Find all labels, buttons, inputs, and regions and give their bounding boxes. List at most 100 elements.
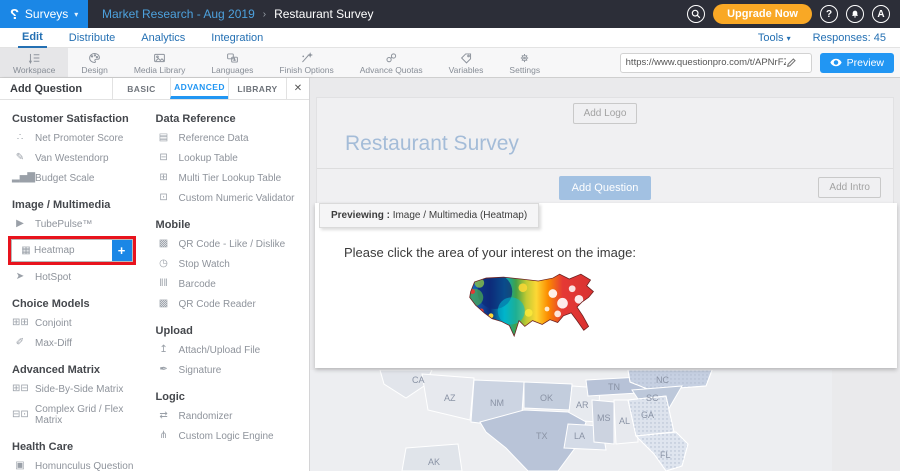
variables-icon	[460, 52, 473, 64]
panel-item-label: Max-Diff	[35, 338, 72, 349]
nav-tab-distribute[interactable]: Distribute	[65, 28, 119, 48]
nav-tab-analytics[interactable]: Analytics	[137, 28, 189, 48]
attach-upload-file-icon: ↥	[156, 345, 172, 355]
budget-scale-icon: ▂▅▇	[12, 173, 28, 183]
panel-item-homunculus-question[interactable]: ▣Homunculus Question	[12, 456, 150, 471]
panel-item-label: Signature	[179, 365, 222, 376]
account-avatar[interactable]: A	[872, 5, 890, 23]
toolbar-item-design[interactable]: Design	[68, 48, 120, 77]
languages-icon	[226, 52, 239, 64]
workspace-toolbar: Workspace Design Media Library Languages…	[0, 48, 900, 78]
close-panel-button[interactable]: ✕	[286, 78, 309, 99]
state-label: TX	[536, 431, 548, 441]
panel-item-stop-watch[interactable]: ◷Stop Watch	[156, 254, 309, 274]
edit-url-pencil-icon[interactable]	[786, 58, 796, 68]
panel-item-reference-data[interactable]: ▤Reference Data	[156, 128, 309, 148]
close-icon: ✕	[294, 83, 302, 94]
toolbar-label: Media Library	[134, 65, 186, 75]
panel-item-complex-grid-flex-matrix[interactable]: ⊟⊡Complex Grid / Flex Matrix	[12, 399, 150, 430]
toolbar-item-advance-quotas[interactable]: Advance Quotas	[347, 48, 436, 77]
nav-tab-edit[interactable]: Edit	[18, 28, 47, 48]
panel-item-lookup-table[interactable]: ⊟Lookup Table	[156, 148, 309, 168]
breadcrumb-separator-icon: ›	[263, 9, 266, 20]
add-heatmap-plus-button[interactable]: +	[112, 240, 132, 261]
panel-item-tubepulse[interactable]: ▶TubePulse™	[12, 214, 150, 234]
panel-title: Add Question	[0, 78, 112, 99]
surveys-menu[interactable]: ? Surveys ▾	[0, 0, 88, 28]
state-label: CA	[412, 375, 425, 385]
panel-item-signature[interactable]: ✒ Signature	[156, 360, 309, 380]
breadcrumb-parent[interactable]: Market Research - Aug 2019	[102, 7, 255, 21]
custom-numeric-validator-icon: ⊡	[156, 193, 172, 203]
tab-library[interactable]: LIBRARY	[228, 78, 286, 99]
randomizer-icon: ⇄	[156, 411, 172, 421]
panel-item-heatmap[interactable]: ▦Heatmap+	[11, 239, 133, 262]
stop-watch-icon: ◷	[156, 259, 172, 269]
survey-title[interactable]: Restaurant Survey	[317, 124, 893, 168]
conjoint-icon: ⊞⊞	[12, 318, 28, 328]
section-title-mobile: Mobile	[156, 219, 309, 231]
preview-button[interactable]: Preview	[820, 53, 894, 73]
panel-item-max-diff[interactable]: ✐Max-Diff	[12, 333, 150, 353]
toolbar-label: Design	[81, 65, 107, 75]
state-label: SC	[646, 393, 659, 403]
panel-item-label: Van Westendorp	[35, 153, 109, 164]
help-button[interactable]: ?	[820, 5, 838, 23]
panel-item-label: Homunculus Question	[35, 461, 133, 471]
state-label: AL	[619, 416, 630, 426]
question-text: Please click the area of your interest o…	[344, 245, 897, 260]
hotspot-icon: ➤	[12, 272, 28, 282]
toolbar-item-variables[interactable]: Variables	[436, 48, 497, 77]
panel-item-label: Net Promoter Score	[35, 133, 123, 144]
add-question-button[interactable]: Add Question	[559, 176, 652, 200]
nav-tab-integration[interactable]: Integration	[207, 28, 267, 48]
responses-count[interactable]: Responses: 45	[813, 32, 886, 44]
panel-item-side-by-side-matrix[interactable]: ⊞⊟Side-By-Side Matrix	[12, 379, 150, 399]
custom-logic-engine-icon: ⋔	[156, 431, 172, 441]
tab-basic[interactable]: BASIC	[112, 78, 170, 99]
panel-item-custom-numeric-validator[interactable]: ⊡Custom Numeric Validator	[156, 188, 309, 208]
toolbar-item-languages[interactable]: Languages	[198, 48, 266, 77]
tools-menu[interactable]: Tools ▾	[758, 32, 791, 44]
question-preview-card: Previewing : Image / Multimedia (Heatmap…	[315, 203, 897, 368]
panel-item-conjoint[interactable]: ⊞⊞Conjoint	[12, 313, 150, 333]
toolbar-item-settings[interactable]: Settings	[496, 48, 553, 77]
toolbar-item-finish-options[interactable]: Finish Options	[266, 48, 346, 77]
multi-tier-lookup-icon: ⊞	[156, 173, 172, 183]
panel-item-hotspot[interactable]: ➤HotSpot	[12, 267, 150, 287]
tab-advanced[interactable]: ADVANCED	[170, 78, 228, 99]
toolbar-label: Finish Options	[279, 65, 333, 75]
notifications-button[interactable]	[846, 5, 864, 23]
upgrade-now-button[interactable]: Upgrade Now	[713, 4, 812, 24]
toolbar-item-media-library[interactable]: Media Library	[121, 48, 199, 77]
panel-item-net-promoter-score[interactable]: ∴ Net Promoter Score	[12, 128, 150, 148]
breadcrumb: Market Research - Aug 2019 › Restaurant …	[102, 7, 373, 21]
panel-item-label: Barcode	[179, 279, 216, 290]
breadcrumb-current: Restaurant Survey	[274, 7, 373, 21]
add-logo-button[interactable]: Add Logo	[573, 103, 638, 124]
add-intro-button[interactable]: Add Intro	[818, 177, 881, 198]
survey-url-input[interactable]	[626, 57, 786, 68]
search-icon	[691, 9, 701, 19]
qr-code-reader-icon: ▩	[156, 299, 172, 309]
panel-item-budget-scale[interactable]: ▂▅▇Budget Scale	[12, 168, 150, 188]
net-promoter-score-icon: ∴	[12, 133, 28, 143]
section-title-data-reference: Data Reference	[156, 113, 309, 125]
panel-item-attach-upload-file[interactable]: ↥Attach/Upload File	[156, 340, 309, 360]
panel-item-qr-code-reader[interactable]: ▩QR Code Reader	[156, 294, 309, 314]
panel-item-multi-tier-lookup-table[interactable]: ⊞Multi Tier Lookup Table	[156, 168, 309, 188]
signature-icon: ✒	[156, 365, 172, 375]
toolbar-item-workspace[interactable]: Workspace	[0, 48, 68, 77]
state-label: NM	[490, 398, 504, 408]
panel-item-qr-code-like-dislike[interactable]: ▩QR Code - Like / Dislike	[156, 234, 309, 254]
search-button[interactable]	[687, 5, 705, 23]
us-heatmap-image[interactable]	[461, 270, 897, 353]
complex-grid-icon: ⊟⊡	[12, 410, 28, 420]
side-by-side-matrix-icon: ⊞⊟	[12, 384, 28, 394]
panel-item-custom-logic-engine[interactable]: ⋔Custom Logic Engine	[156, 426, 309, 446]
panel-item-van-westendorp[interactable]: ✎Van Westendorp	[12, 148, 150, 168]
barcode-icon: ‖‖	[156, 279, 172, 289]
state-label: FL	[660, 450, 671, 460]
panel-item-randomizer[interactable]: ⇄Randomizer	[156, 406, 309, 426]
panel-item-barcode[interactable]: ‖‖ Barcode	[156, 274, 309, 294]
